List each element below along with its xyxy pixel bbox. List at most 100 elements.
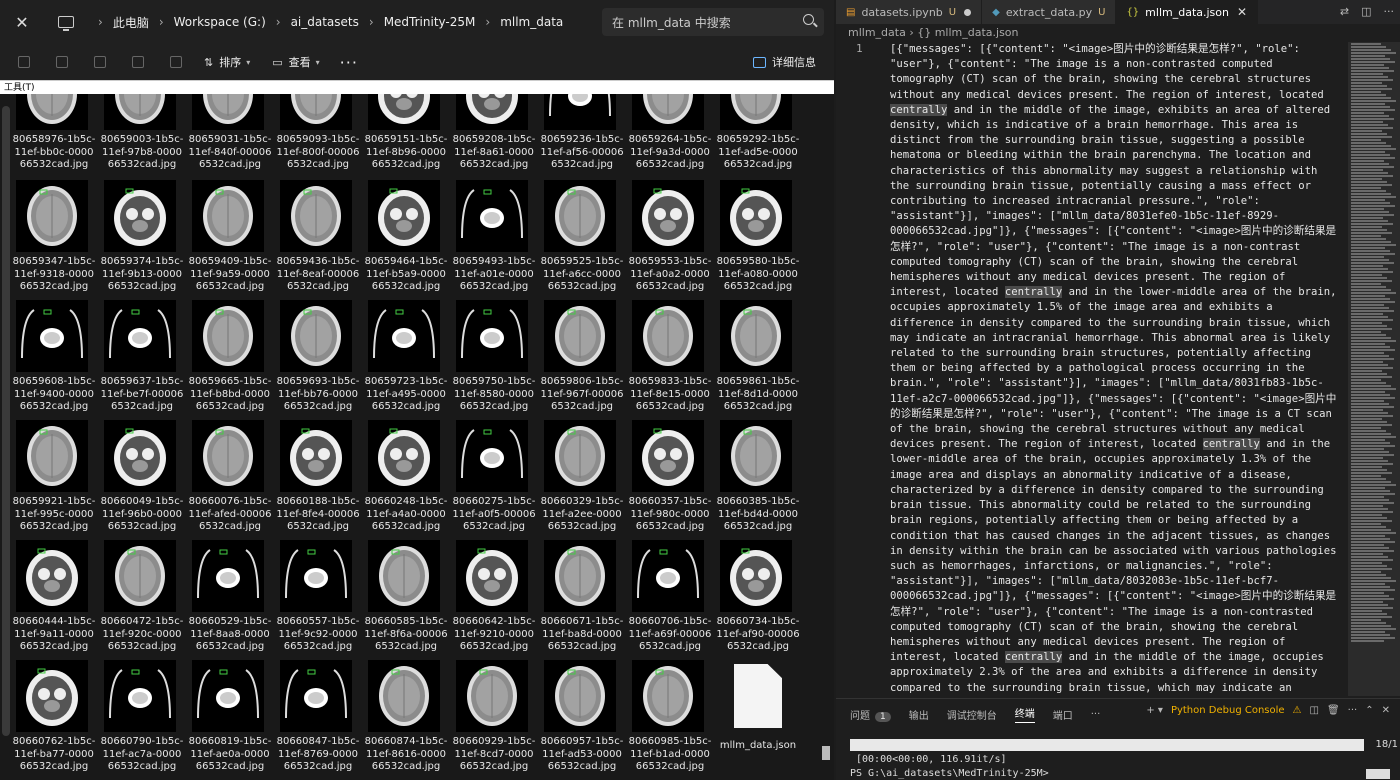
- code-text[interactable]: [{"messages": [{"content": "<image>图片中的诊…: [890, 42, 1340, 696]
- split-terminal-icon[interactable]: ◫: [1310, 705, 1319, 716]
- image-file-tile[interactable]: 80660472-1b5c-11ef-920c-000066532cad.jpg: [100, 540, 184, 658]
- share-icon[interactable]: [132, 56, 144, 68]
- search-box[interactable]: 在 mllm_data 中搜索: [602, 8, 824, 36]
- close-tab-icon[interactable]: ✕: [1237, 5, 1247, 19]
- image-file-tile[interactable]: 80659750-1b5c-11ef-8580-000066532cad.jpg: [452, 300, 536, 418]
- image-file-tile[interactable]: 80660385-1b5c-11ef-bd4d-000066532cad.jpg: [716, 420, 800, 538]
- image-file-tile[interactable]: 80660642-1b5c-11ef-9210-000066532cad.jpg: [452, 540, 536, 658]
- image-file-tile[interactable]: 80660985-1b5c-11ef-b1ad-000066532cad.jpg: [628, 660, 712, 778]
- close-panel-icon[interactable]: ✕: [1382, 705, 1390, 716]
- tools-menu-strip[interactable]: 工具(T): [0, 80, 834, 94]
- image-file-tile[interactable]: 80658976-1b5c-11ef-bb0c-000066532cad.jpg: [12, 94, 96, 176]
- image-file-tile[interactable]: 80660275-1b5c-11ef-a0f5-000066532cad.jpg: [452, 420, 536, 538]
- breadcrumb-item[interactable]: MedTrinity-25M: [384, 15, 476, 29]
- debug-console-label[interactable]: Python Debug Console: [1171, 705, 1285, 716]
- trash-icon[interactable]: 🗑: [1327, 705, 1340, 716]
- breadcrumb-separator[interactable]: ›: [159, 15, 164, 29]
- image-file-tile[interactable]: 80659580-1b5c-11ef-a080-000066532cad.jpg: [716, 180, 800, 298]
- image-file-tile[interactable]: 80660706-1b5c-11ef-a69f-000066532cad.jpg: [628, 540, 712, 658]
- split-editor-icon[interactable]: ◫: [1361, 5, 1371, 18]
- image-file-tile[interactable]: 80659264-1b5c-11ef-9a3d-000066532cad.jpg: [628, 94, 712, 176]
- copy-icon[interactable]: [18, 56, 30, 68]
- image-file-tile[interactable]: 80660357-1b5c-11ef-980c-000066532cad.jpg: [628, 420, 712, 538]
- breadcrumb-item[interactable]: Workspace (G:): [174, 15, 266, 29]
- image-file-tile[interactable]: 80659208-1b5c-11ef-8a61-000066532cad.jpg: [452, 94, 536, 176]
- close-icon[interactable]: ✕: [0, 0, 44, 44]
- panel-tab[interactable]: 问题 1: [850, 707, 891, 722]
- image-file-tile[interactable]: 80659464-1b5c-11ef-b5a9-000066532cad.jpg: [364, 180, 448, 298]
- add-terminal-icon[interactable]: + ▾: [1146, 705, 1163, 716]
- image-file-tile[interactable]: 80660248-1b5c-11ef-a4a0-000066532cad.jpg: [364, 420, 448, 538]
- panel-tab[interactable]: 端口: [1053, 707, 1073, 722]
- image-file-tile[interactable]: 80659861-1b5c-11ef-8d1d-000066532cad.jpg: [716, 300, 800, 418]
- breadcrumb-item[interactable]: 此电脑: [113, 14, 149, 31]
- image-file-tile[interactable]: 80660957-1b5c-11ef-ad53-000066532cad.jpg: [540, 660, 624, 778]
- image-file-tile[interactable]: 80659003-1b5c-11ef-97b8-000066532cad.jpg: [100, 94, 184, 176]
- breadcrumb-item[interactable]: mllm_data: [500, 15, 563, 29]
- image-file-tile[interactable]: 80660188-1b5c-11ef-8fe4-000066532cad.jpg: [276, 420, 360, 538]
- image-file-tile[interactable]: 80660762-1b5c-11ef-ba77-000066532cad.jpg: [12, 660, 96, 778]
- image-file-tile[interactable]: 80659374-1b5c-11ef-9b13-000066532cad.jpg: [100, 180, 184, 298]
- terminal-prompt[interactable]: PS G:\ai_datasets\MedTrinity-25M>: [850, 768, 1049, 779]
- breadcrumb-separator[interactable]: ›: [98, 15, 103, 29]
- details-pane-button[interactable]: 详细信息: [753, 54, 816, 70]
- image-file-tile[interactable]: 80660819-1b5c-11ef-ae0a-000066532cad.jpg: [188, 660, 272, 778]
- navigation-scrollbar[interactable]: [2, 106, 10, 736]
- editor-tab[interactable]: {} mllm_data.json ✕: [1116, 0, 1259, 24]
- search-input[interactable]: 在 mllm_data 中搜索: [612, 14, 731, 31]
- delete-icon[interactable]: [170, 56, 182, 68]
- image-file-tile[interactable]: 80660076-1b5c-11ef-afed-000066532cad.jpg: [188, 420, 272, 538]
- image-file-tile[interactable]: 80659833-1b5c-11ef-8e15-000066532cad.jpg: [628, 300, 712, 418]
- image-file-tile[interactable]: 80660671-1b5c-11ef-ba8d-000066532cad.jpg: [540, 540, 624, 658]
- image-file-tile[interactable]: 80660329-1b5c-11ef-a2ee-000066532cad.jpg: [540, 420, 624, 538]
- breadcrumb-separator[interactable]: ›: [369, 15, 374, 29]
- image-file-tile[interactable]: 80660874-1b5c-11ef-8616-000066532cad.jpg: [364, 660, 448, 778]
- sort-button[interactable]: ⇅ 排序 ▾: [204, 54, 250, 70]
- maximize-panel-icon[interactable]: ⌃: [1365, 705, 1373, 716]
- more-panel-icon[interactable]: ···: [1348, 705, 1358, 716]
- more-panel-tabs-icon[interactable]: ···: [1091, 709, 1101, 720]
- editor-tab[interactable]: ▤ datasets.ipynb U: [836, 0, 983, 24]
- image-file-tile[interactable]: 80659493-1b5c-11ef-a01e-000066532cad.jpg: [452, 180, 536, 298]
- image-file-tile[interactable]: 80659723-1b5c-11ef-a495-000066532cad.jpg: [364, 300, 448, 418]
- image-file-tile[interactable]: 80660049-1b5c-11ef-96b0-000066532cad.jpg: [100, 420, 184, 538]
- panel-tab[interactable]: 输出: [909, 707, 929, 722]
- breadcrumb-separator[interactable]: ›: [485, 15, 490, 29]
- image-file-tile[interactable]: 80659637-1b5c-11ef-be7f-000066532cad.jpg: [100, 300, 184, 418]
- image-file-tile[interactable]: 80660790-1b5c-11ef-ac7a-000066532cad.jpg: [100, 660, 184, 778]
- image-file-tile[interactable]: 80660557-1b5c-11ef-9c92-000066532cad.jpg: [276, 540, 360, 658]
- image-file-tile[interactable]: 80659525-1b5c-11ef-a6cc-000066532cad.jpg: [540, 180, 624, 298]
- image-file-tile[interactable]: 80660734-1b5c-11ef-af90-000066532cad.jpg: [716, 540, 800, 658]
- image-file-tile[interactable]: 80659693-1b5c-11ef-bb76-000066532cad.jpg: [276, 300, 360, 418]
- image-file-tile[interactable]: 80659347-1b5c-11ef-9318-000066532cad.jpg: [12, 180, 96, 298]
- breadcrumb-separator[interactable]: ›: [276, 15, 281, 29]
- more-options-icon[interactable]: ···: [340, 53, 358, 72]
- paste-icon[interactable]: [56, 56, 68, 68]
- image-file-tile[interactable]: 80659292-1b5c-11ef-ad5e-000066532cad.jpg: [716, 94, 800, 176]
- image-file-tile[interactable]: 80659436-1b5c-11ef-8eaf-000066532cad.jpg: [276, 180, 360, 298]
- image-file-tile[interactable]: 80660847-1b5c-11ef-8769-000066532cad.jpg: [276, 660, 360, 778]
- json-file-tile[interactable]: mllm_data.json: [716, 660, 800, 778]
- minimap[interactable]: [1348, 42, 1400, 696]
- image-file-tile[interactable]: 80659031-1b5c-11ef-840f-000066532cad.jpg: [188, 94, 272, 176]
- code-area[interactable]: 1 [{"messages": [{"content": "<image>图片中…: [836, 42, 1346, 696]
- image-file-tile[interactable]: 80659806-1b5c-11ef-967f-000066532cad.jpg: [540, 300, 624, 418]
- image-file-tile[interactable]: 80659151-1b5c-11ef-8b96-000066532cad.jpg: [364, 94, 448, 176]
- image-file-tile[interactable]: 80659921-1b5c-11ef-995c-000066532cad.jpg: [12, 420, 96, 538]
- image-file-tile[interactable]: 80659608-1b5c-11ef-9400-000066532cad.jpg: [12, 300, 96, 418]
- editor-breadcrumb[interactable]: mllm_data › {} mllm_data.json: [848, 26, 1019, 39]
- image-file-tile[interactable]: 80659409-1b5c-11ef-9a59-000066532cad.jpg: [188, 180, 272, 298]
- image-file-tile[interactable]: 80659093-1b5c-11ef-800f-000066532cad.jpg: [276, 94, 360, 176]
- image-file-tile[interactable]: 80660585-1b5c-11ef-8f6a-000066532cad.jpg: [364, 540, 448, 658]
- image-file-tile[interactable]: 80659665-1b5c-11ef-b8bd-000066532cad.jpg: [188, 300, 272, 418]
- rename-icon[interactable]: [94, 56, 106, 68]
- image-file-tile[interactable]: 80660929-1b5c-11ef-8cd7-000066532cad.jpg: [452, 660, 536, 778]
- editor-tab[interactable]: ◆ extract_data.py U: [982, 0, 1117, 24]
- panel-tab[interactable]: 调试控制台: [947, 707, 997, 722]
- image-file-tile[interactable]: 80660529-1b5c-11ef-8aa8-000066532cad.jpg: [188, 540, 272, 658]
- view-button[interactable]: ▭ 查看 ▾: [272, 54, 319, 70]
- breadcrumb-item[interactable]: ai_datasets: [291, 15, 359, 29]
- file-grid-scrollbar[interactable]: [822, 746, 830, 760]
- image-file-tile[interactable]: 80659553-1b5c-11ef-a0a2-000066532cad.jpg: [628, 180, 712, 298]
- panel-tab[interactable]: 终端: [1014, 705, 1035, 723]
